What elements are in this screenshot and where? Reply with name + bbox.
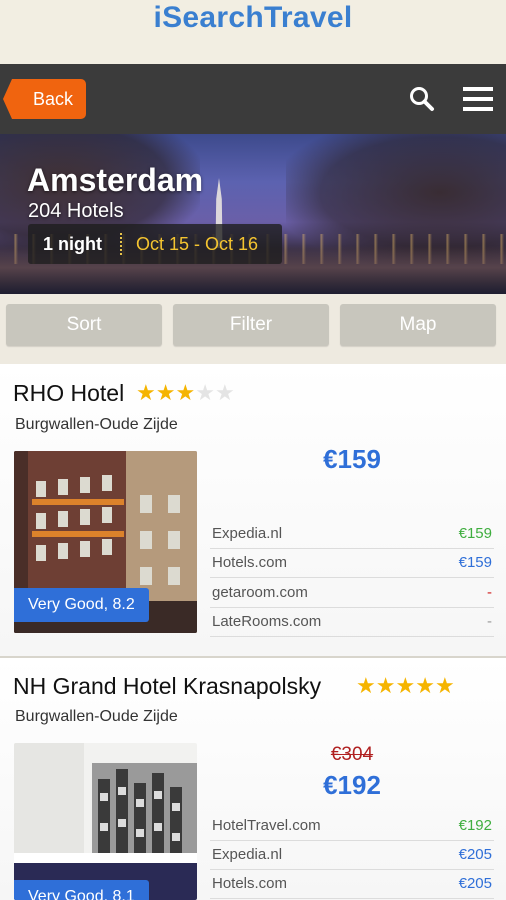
map-button[interactable]: Map (340, 304, 496, 346)
provider-name: HotelTravel.com (212, 817, 321, 834)
app-header: iSearchTravel (0, 0, 506, 64)
best-price: €159 (323, 444, 381, 474)
back-button[interactable]: Back (3, 79, 86, 119)
provider-row[interactable]: Expedia.nl €159 (210, 520, 494, 549)
hotel-name: RHO Hotel (13, 380, 125, 406)
best-price: €192 (323, 770, 381, 800)
rating-badge: Very Good, 8.2 (14, 588, 149, 622)
hotel-district: Burgwallen-Oude Zijde (15, 416, 178, 433)
star-icon: ★ (155, 380, 176, 405)
provider-price: €159 (458, 554, 492, 571)
provider-name: LateRooms.com (212, 613, 322, 630)
nights-label: 1 night (43, 234, 102, 254)
star-rating: ★★★★★ (356, 673, 455, 699)
search-icon[interactable] (409, 86, 435, 112)
hotel-card[interactable]: NH Grand Hotel Krasnapolsky ★★★★★ Burgwa… (0, 658, 506, 900)
original-price: €304 (330, 744, 374, 765)
provider-row[interactable]: Expedia.nl €205 (210, 841, 494, 870)
provider-row[interactable]: Hotels.com €159 (210, 549, 494, 578)
star-empty-icon: ★ (214, 380, 235, 405)
provider-name: Hotels.com (212, 554, 288, 571)
provider-price: - (487, 613, 492, 630)
hotel-photo[interactable]: Very Good, 8.1 (14, 743, 197, 900)
provider-row[interactable]: Hotels.com €205 (210, 870, 494, 899)
provider-row[interactable]: LateRooms.com - (210, 608, 494, 637)
hotel-district: Burgwallen-Oude Zijde (15, 708, 178, 725)
date-range: Oct 15 - Oct 16 (136, 234, 259, 254)
sort-button[interactable]: Sort (6, 304, 162, 346)
filter-button[interactable]: Filter (173, 304, 329, 346)
rating-badge: Very Good, 8.1 (14, 880, 149, 900)
provider-name: Expedia.nl (212, 525, 283, 542)
provider-price: €205 (458, 846, 492, 863)
star-icon: ★ (375, 673, 396, 698)
star-icon: ★ (175, 380, 196, 405)
city-banner: Amsterdam 204 Hotels 1 night Oct 15 - Oc… (0, 134, 506, 294)
toolbar: Back (0, 64, 506, 134)
provider-name: Hotels.com (212, 875, 288, 892)
provider-price: €205 (458, 875, 492, 892)
star-rating: ★★★★★ (136, 380, 235, 406)
star-icon: ★ (434, 673, 455, 698)
provider-name: getaroom.com (212, 584, 308, 601)
stay-summary[interactable]: 1 night Oct 15 - Oct 16 (28, 224, 282, 264)
star-icon: ★ (395, 673, 416, 698)
provider-price: - (487, 584, 492, 601)
star-empty-icon: ★ (195, 380, 215, 405)
star-icon: ★ (415, 673, 435, 698)
star-icon: ★ (356, 673, 376, 698)
provider-price: €159 (458, 525, 492, 542)
hotel-photo-image (14, 743, 197, 900)
hotel-name: NH Grand Hotel Krasnapolsky (13, 673, 322, 699)
city-name: Amsterdam (27, 162, 204, 198)
provider-row[interactable]: getaroom.com - (210, 579, 494, 608)
app-title: iSearchTravel (153, 1, 353, 34)
provider-price: €192 (458, 817, 492, 834)
provider-row[interactable]: HotelTravel.com €192 (210, 812, 494, 841)
action-bar: Sort Filter Map (0, 294, 506, 364)
provider-name: Expedia.nl (212, 846, 283, 863)
hotel-photo[interactable]: Very Good, 8.2 (14, 451, 197, 633)
star-icon: ★ (136, 380, 156, 405)
hotel-card[interactable]: RHO Hotel ★★★★★ Burgwallen-Oude Zijde Ve… (0, 364, 506, 656)
menu-icon[interactable] (463, 86, 493, 112)
hotel-count: 204 Hotels (28, 200, 124, 222)
